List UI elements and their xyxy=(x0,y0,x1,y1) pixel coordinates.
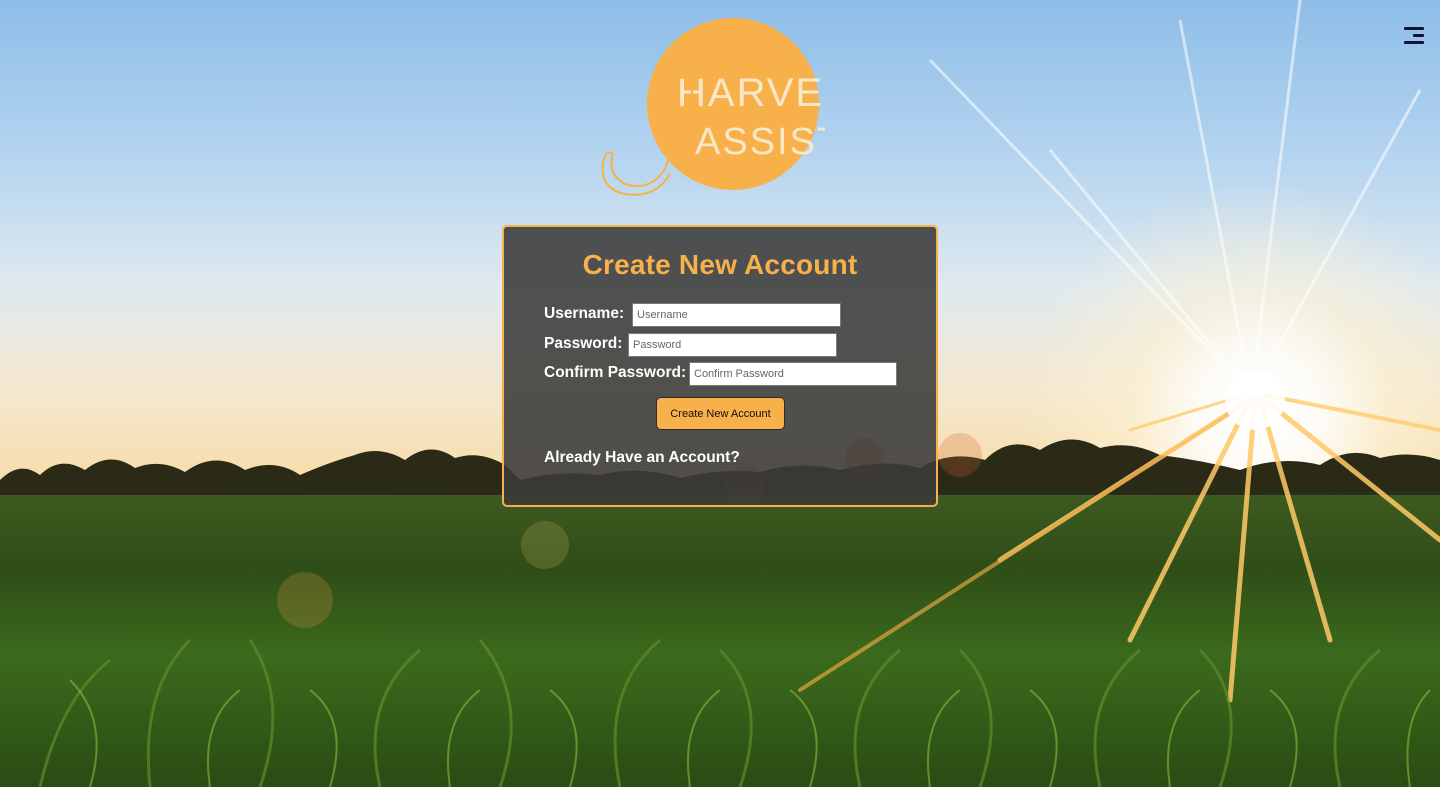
logo-line1: HARVEST xyxy=(677,71,825,115)
password-label: Password: xyxy=(544,335,623,352)
create-account-panel: Create New Account Username: Password: C… xyxy=(502,225,938,507)
logo-line2: ASSIST xyxy=(695,121,825,163)
already-have-account-link[interactable]: Already Have an Account? xyxy=(544,449,740,467)
confirm-password-input[interactable] xyxy=(689,362,897,386)
panel-title: Create New Account xyxy=(582,249,858,280)
menu-bar-bottom xyxy=(1404,41,1424,44)
password-input[interactable] xyxy=(628,333,837,357)
harvest-assist-logo: HARVEST ASSIST xyxy=(601,18,825,196)
username-label: Username: xyxy=(544,305,625,322)
menu-bar-middle xyxy=(1413,34,1424,37)
menu-icon[interactable] xyxy=(1398,24,1426,48)
create-account-button[interactable]: Create New Account xyxy=(656,397,785,430)
menu-bar-top xyxy=(1404,27,1424,30)
username-input[interactable] xyxy=(632,303,841,327)
confirm-password-label: Confirm Password: xyxy=(544,364,687,381)
